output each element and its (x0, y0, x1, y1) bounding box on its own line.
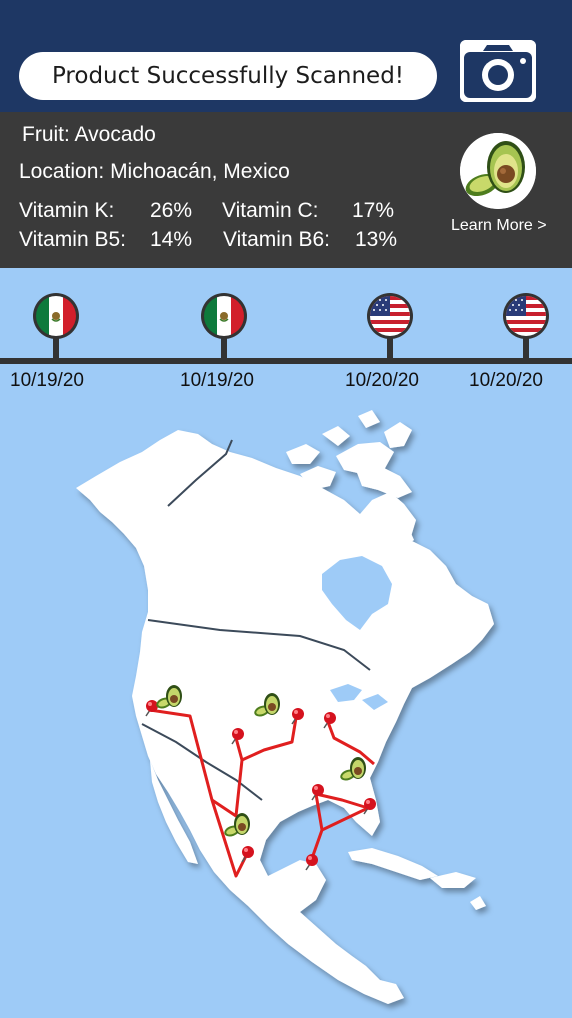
timeline-stop-4[interactable] (502, 292, 550, 362)
vitamin-k-value: 26% (150, 199, 193, 222)
usa-flag-icon (367, 293, 413, 362)
vitamin-b6-value: 13% (355, 228, 398, 251)
vitamin-b5-label: Vitamin B5: (19, 228, 126, 251)
fruit-name: Fruit: Avocado (22, 123, 156, 146)
avocado-icon (460, 133, 536, 209)
timeline-track (0, 358, 572, 364)
origin-location: Location: Michoacán, Mexico (19, 160, 290, 183)
timeline-stop-1[interactable] (32, 292, 80, 362)
route-overlay (145, 685, 376, 878)
camera-icon (460, 40, 536, 102)
map-pins (145, 700, 376, 871)
avocado-markers (156, 685, 366, 837)
mexico-flag-icon (33, 293, 79, 362)
scan-status-banner: Product Successfully Scanned! (19, 52, 437, 100)
map-pin-icon[interactable] (145, 700, 158, 717)
product-thumbnail (460, 133, 536, 209)
vitamin-b5-value: 14% (150, 228, 193, 251)
map-pin-icon[interactable] (363, 798, 376, 815)
avocado-icon (224, 813, 250, 837)
shipment-timeline: 10/19/20 10/19/20 10/20/20 10/20/20 (0, 268, 572, 398)
vitamin-b6-label: Vitamin B6: (223, 228, 330, 251)
route-map[interactable] (0, 398, 572, 1018)
timeline-date-2: 10/19/20 (180, 370, 254, 391)
scan-status-text: Product Successfully Scanned! (51, 63, 405, 89)
timeline-stop-3[interactable] (366, 292, 414, 362)
timeline-date-3: 10/20/20 (345, 370, 419, 391)
map-pin-icon[interactable] (305, 854, 318, 871)
vitamin-k-label: Vitamin K: (19, 199, 115, 222)
vitamin-c-label: Vitamin C: (222, 199, 319, 222)
avocado-icon (254, 693, 280, 717)
timeline-date-1: 10/19/20 (10, 370, 84, 391)
camera-button[interactable] (460, 40, 536, 102)
timeline-date-4: 10/20/20 (469, 370, 543, 391)
mexico-flag-icon (201, 293, 247, 362)
map-pin-icon[interactable] (241, 846, 254, 863)
map-pin-icon[interactable] (291, 708, 304, 725)
timeline-stop-2[interactable] (200, 292, 248, 362)
app-header: Product Successfully Scanned! (0, 0, 572, 112)
avocado-icon (156, 685, 182, 709)
learn-more-link[interactable]: Learn More > (451, 217, 547, 235)
avocado-icon (340, 757, 366, 781)
usa-flag-icon (503, 293, 549, 362)
vitamin-c-value: 17% (352, 199, 395, 222)
